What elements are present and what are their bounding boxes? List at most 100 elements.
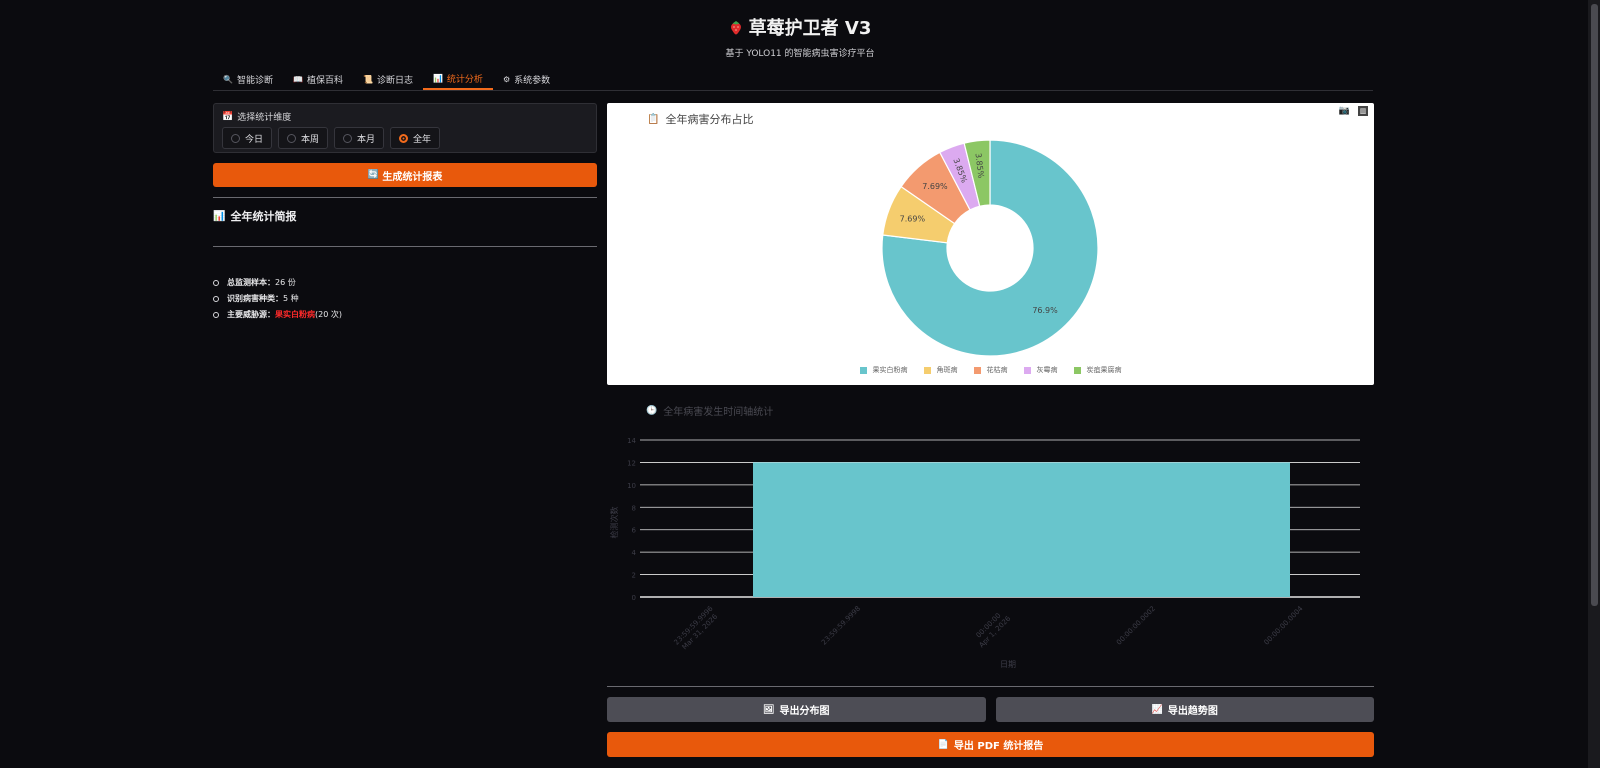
trend-icon: 📈 — [1151, 704, 1163, 715]
tab-label: 统计分析 — [446, 74, 483, 85]
gear-icon: ⚙ — [502, 74, 511, 84]
bullet-icon — [213, 311, 219, 318]
y-tick-label: 2 — [632, 572, 636, 580]
radio-today[interactable]: 今日 — [222, 127, 273, 149]
radio-label: 今日 — [245, 134, 264, 145]
legend-swatch — [973, 366, 981, 374]
legend-swatch — [923, 366, 931, 374]
export-trend-button[interactable]: 📈 导出趋势图 — [995, 697, 1374, 722]
x-tick-label: 00:00:00Apr 1, 2026 — [971, 608, 1012, 649]
divider — [213, 197, 597, 198]
export-trend-label: 导出趋势图 — [1167, 706, 1218, 717]
legend-item[interactable]: 果实白粉病 — [859, 365, 908, 375]
brief-title: 📊 全年统计简报 — [213, 208, 597, 224]
radio-label: 全年 — [413, 134, 432, 145]
stat-label: 识别病害种类： — [227, 294, 283, 303]
app-subtitle: 基于 YOLO11 的智能病虫害诊疗平台 — [725, 49, 875, 59]
image-icon: 🖼 — [763, 704, 775, 715]
legend-label: 灰霉病 — [1036, 366, 1058, 374]
radio-week[interactable]: 本周 — [278, 127, 329, 149]
legend-swatch — [1023, 366, 1031, 374]
dimension-label-text: 选择统计维度 — [237, 113, 292, 123]
divider — [213, 246, 597, 247]
radio-dot-selected — [399, 133, 409, 143]
clock-icon: 🕒 — [646, 405, 658, 416]
stat-item-types: 识别病害种类： 5 种 — [213, 293, 597, 304]
tab-settings[interactable]: ⚙ 系统参数 — [493, 70, 560, 90]
generate-report-label: 生成统计报表 — [382, 171, 443, 183]
export-distribution-button[interactable]: 🖼 导出分布图 — [607, 697, 986, 722]
export-distribution-label: 导出分布图 — [779, 706, 830, 717]
stats-list: 总监测样本： 26 份 识别病害种类： 5 种 主要威胁源： 果实白粉病 (20 次) — [213, 277, 597, 320]
radio-dot — [287, 133, 297, 143]
scroll-icon: 📜 — [362, 74, 373, 84]
bar[interactable] — [753, 462, 1290, 597]
y-tick-label: 4 — [632, 549, 637, 557]
y-tick-label: 6 — [632, 527, 637, 535]
bar-chart-title-text: 全年病害发生时间轴统计 — [663, 407, 774, 418]
app-title-text: 草莓护卫者 V3 — [748, 18, 872, 39]
app-title: 草莓护卫者 V3 — [729, 14, 872, 40]
x-tick-label: 00:00:00.0002 — [1115, 605, 1157, 647]
legend-label: 花枯病 — [986, 366, 1008, 374]
book-icon: 📖 — [292, 74, 303, 84]
y-tick-label: 0 — [632, 594, 636, 602]
refresh-icon: 🔄 — [367, 170, 379, 180]
tab-label: 诊断日志 — [376, 75, 413, 86]
bar-chart: 0 2 4 6 8 10 12 14 23:59:59.9996Mar 31, 2026 23:5… — [609, 437, 1360, 669]
legend-item[interactable]: 花枯病 — [973, 365, 1008, 375]
stat-value: 26 份 — [275, 278, 296, 287]
radio-month[interactable]: 本月 — [334, 127, 385, 149]
y-tick-label: 10 — [627, 482, 636, 490]
dimension-label: 📅 选择统计维度 — [222, 110, 588, 124]
legend-label: 果实白粉病 — [872, 366, 908, 374]
bar-chart-icon: 📊 — [432, 73, 443, 83]
chart-toolbar: 📷 ▥ — [1339, 106, 1368, 116]
tab-label: 智能诊断 — [236, 75, 273, 86]
plotly-logo-icon[interactable]: ▥ — [1358, 106, 1368, 116]
y-tick-label: 8 — [632, 504, 636, 512]
legend-item[interactable]: 角斑病 — [923, 365, 958, 375]
x-tick-label: 23:59:59.9996Mar 31, 2026 — [673, 604, 722, 653]
tab-statistics[interactable]: 📊 统计分析 — [422, 70, 493, 90]
app-header: 草莓护卫者 V3 基于 YOLO11 的智能病虫害诊疗平台 — [0, 14, 1600, 59]
bullet-icon — [213, 279, 219, 286]
radio-year[interactable]: 全年 — [390, 127, 441, 149]
legend-label: 角斑病 — [936, 366, 958, 374]
camera-icon[interactable]: 📷 — [1339, 106, 1350, 116]
pie-chart: 76.9%7.69%7.69%3.85% 3.85% — [881, 139, 1099, 357]
export-pdf-label: 导出 PDF 统计报告 — [953, 741, 1044, 752]
radio-dot — [343, 133, 353, 143]
tab-logs[interactable]: 📜 诊断日志 — [353, 70, 423, 90]
page-scrollbar[interactable] — [1588, 0, 1600, 768]
pie-legend: 果实白粉病 角斑病 花枯病 灰霉病 炭疽果腐病 — [607, 365, 1374, 375]
generate-report-button[interactable]: 🔄 生成统计报表 — [213, 163, 597, 187]
scrollbar-thumb[interactable] — [1591, 4, 1598, 606]
x-axis-label: 日期 — [1000, 660, 1016, 669]
magnifier-icon: 🔍 — [223, 74, 233, 84]
radio-label: 本月 — [357, 134, 376, 145]
bar-chart-icon: 📊 — [213, 210, 226, 222]
legend-swatch — [1073, 366, 1081, 374]
tab-diagnosis[interactable]: 🔍 智能诊断 — [213, 70, 283, 90]
legend-swatch — [859, 366, 867, 374]
export-pdf-button[interactable]: 📄 导出 PDF 统计报告 — [607, 732, 1374, 757]
tab-label: 系统参数 — [514, 75, 551, 86]
tab-bar: 🔍 智能诊断 📖 植保百科 📜 诊断日志 📊 统计分析 ⚙ 系统参数 — [213, 70, 1373, 91]
pie-slice-label: 7.69% — [922, 182, 948, 191]
document-icon: 📄 — [937, 739, 949, 750]
stat-label: 总监测样本： — [227, 278, 275, 287]
brief-title-text: 全年统计简报 — [230, 210, 297, 223]
export-button-row: 🖼 导出分布图 📈 导出趋势图 — [607, 697, 1374, 722]
dimension-radio-group: 今日 本周 本月 全年 — [222, 127, 588, 149]
pie-chart-title-text: 全年病害分布占比 — [665, 113, 754, 126]
stat-value: (20 次) — [315, 310, 342, 319]
tab-encyclopedia[interactable]: 📖 植保百科 — [283, 70, 353, 90]
y-tick-label: 12 — [627, 459, 636, 467]
pie-chart-title: 📋 全年病害分布占比 — [647, 111, 753, 127]
bar-chart-title: 🕒 全年病害发生时间轴统计 — [646, 403, 774, 419]
legend-item[interactable]: 灰霉病 — [1023, 365, 1058, 375]
pie-slice-label: 7.69% — [900, 215, 926, 224]
pie-chart-panel: 📋 全年病害分布占比 📷 ▥ 76.9% 7.69% 7.69% 3.85% 3.85% … — [607, 103, 1374, 385]
legend-item[interactable]: 炭疽果腐病 — [1073, 365, 1122, 375]
